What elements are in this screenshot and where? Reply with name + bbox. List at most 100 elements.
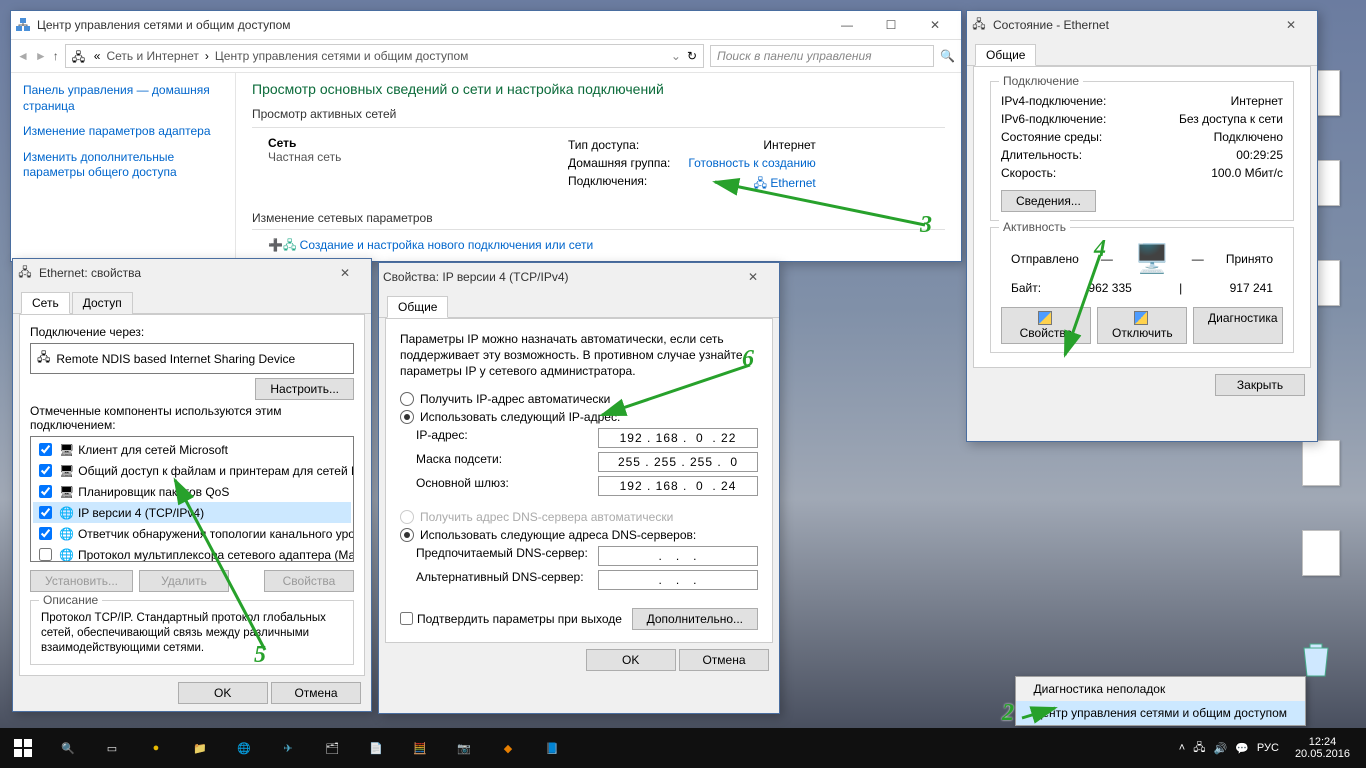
- minimize-button[interactable]: —: [825, 11, 869, 39]
- description-text: Протокол TCP/IP. Стандартный протокол гл…: [41, 611, 343, 656]
- advanced-button[interactable]: Дополнительно...: [632, 608, 758, 630]
- step-5-marker: 5: [254, 642, 266, 669]
- chevron-down-icon[interactable]: ⌄: [671, 49, 681, 63]
- computer-icon: 🖥️: [1135, 242, 1170, 275]
- connections-label: Подключения:: [568, 174, 647, 195]
- mask-label: Маска подсети:: [416, 452, 502, 472]
- remove-button[interactable]: Удалить: [139, 570, 229, 592]
- diagnose-button[interactable]: Диагностика: [1193, 307, 1283, 344]
- radio-auto-ip[interactable]: Получить IP-адрес автоматически: [400, 390, 758, 408]
- taskbar-app[interactable]: 🗂: [310, 728, 354, 768]
- sidebar-link-sharing[interactable]: Изменить дополнительные параметры общего…: [23, 150, 223, 181]
- homegroup-link[interactable]: Готовность к созданию: [688, 156, 815, 170]
- list-item[interactable]: 🌐Протокол мультиплексора сетевого адапте…: [33, 544, 351, 562]
- window-title: Состояние - Ethernet: [993, 18, 1269, 32]
- ethernet-icon: 🖧: [971, 17, 987, 33]
- taskbar-app[interactable]: 📷: [442, 728, 486, 768]
- task-view-icon[interactable]: ▭: [90, 728, 134, 768]
- breadcrumb-segment[interactable]: Сеть и Интернет: [106, 49, 198, 63]
- page-heading: Просмотр основных сведений о сети и наст…: [252, 81, 945, 97]
- details-button[interactable]: Сведения...: [1001, 190, 1096, 212]
- close-button[interactable]: Закрыть: [1215, 374, 1305, 396]
- disable-button[interactable]: Отключить: [1097, 307, 1187, 344]
- ctx-diagnose[interactable]: Диагностика неполадок: [1016, 677, 1306, 701]
- ethernet-properties-window: 🖧 Ethernet: свойства ✕ Сеть Доступ Подкл…: [12, 258, 372, 712]
- recycle-bin-icon[interactable]: [1298, 640, 1344, 680]
- search-icon: 🔍: [940, 49, 955, 63]
- new-connection-link[interactable]: Создание и настройка нового подключения …: [300, 238, 594, 252]
- row-value: Без доступа к сети: [1179, 112, 1283, 126]
- group-connection-label: Подключение: [999, 74, 1083, 88]
- close-button[interactable]: ✕: [731, 263, 775, 291]
- control-panel-window: Центр управления сетями и общим доступом…: [10, 10, 962, 262]
- radio-manual-dns[interactable]: Использовать следующие адреса DNS-сервер…: [400, 526, 758, 544]
- row-value: 100.0 Мбит/с: [1211, 166, 1283, 180]
- search-icon[interactable]: 🔍: [46, 728, 90, 768]
- cancel-button[interactable]: Отмена: [271, 682, 361, 704]
- components-listbox[interactable]: 🖥Клиент для сетей Microsoft 🖥Общий досту…: [30, 436, 354, 562]
- ok-button[interactable]: OK: [178, 682, 268, 704]
- list-item[interactable]: 🖥Общий доступ к файлам и принтерам для с…: [33, 460, 351, 481]
- configure-button[interactable]: Настроить...: [255, 378, 354, 400]
- dns2-label: Альтернативный DNS-сервер:: [416, 570, 584, 590]
- subnet-mask-input[interactable]: [598, 452, 758, 472]
- taskbar-app[interactable]: ✈: [266, 728, 310, 768]
- component-props-button[interactable]: Свойства: [264, 570, 354, 592]
- step-2-marker: 2: [1002, 700, 1014, 727]
- tray-clock[interactable]: 12:24 20.05.2016: [1287, 736, 1358, 760]
- row-value: 00:29:25: [1236, 148, 1283, 162]
- gateway-input[interactable]: [598, 476, 758, 496]
- validate-checkbox[interactable]: Подтвердить параметры при выходе: [400, 611, 622, 627]
- search-input[interactable]: Поиск в панели управления: [710, 45, 934, 67]
- tab-network[interactable]: Сеть: [21, 292, 70, 314]
- close-button[interactable]: ✕: [1269, 11, 1313, 39]
- list-item[interactable]: 🖥Планировщик пакетов QoS: [33, 481, 351, 502]
- nav-back-button[interactable]: ◄: [17, 49, 29, 63]
- taskbar-app[interactable]: 🌐: [222, 728, 266, 768]
- radio-manual-ip[interactable]: Использовать следующий IP-адрес:: [400, 408, 758, 426]
- install-button[interactable]: Установить...: [30, 570, 133, 592]
- close-button[interactable]: ✕: [913, 11, 957, 39]
- taskbar-app[interactable]: ◆: [486, 728, 530, 768]
- close-button[interactable]: ✕: [323, 259, 367, 287]
- tray-network-icon[interactable]: 🖧: [1193, 739, 1205, 758]
- sidebar-link-home[interactable]: Панель управления — домашняя страница: [23, 83, 223, 114]
- tab-general[interactable]: Общие: [387, 296, 448, 318]
- window-title: Свойства: IP версии 4 (TCP/IPv4): [383, 270, 731, 284]
- nav-fwd-button[interactable]: ►: [35, 49, 47, 63]
- sidebar-link-adapter[interactable]: Изменение параметров адаптера: [23, 124, 223, 140]
- cancel-button[interactable]: Отмена: [679, 649, 769, 671]
- recv-label: Принято: [1226, 252, 1273, 266]
- step-4-marker: 4: [1094, 236, 1106, 263]
- taskbar-app[interactable]: 📁: [178, 728, 222, 768]
- connection-ethernet-link[interactable]: 🖧 Ethernet: [754, 174, 816, 195]
- desktop-icon[interactable]: [1298, 440, 1344, 488]
- network-type: Частная сеть: [268, 150, 528, 164]
- maximize-button[interactable]: ☐: [869, 11, 913, 39]
- tray-language[interactable]: РУС: [1257, 742, 1279, 754]
- ok-button[interactable]: OK: [586, 649, 676, 671]
- taskbar-app[interactable]: 📄: [354, 728, 398, 768]
- list-item-ipv4[interactable]: 🌐IP версии 4 (TCP/IPv4): [33, 502, 351, 523]
- tab-access[interactable]: Доступ: [72, 292, 133, 314]
- breadcrumb-segment[interactable]: Центр управления сетями и общим доступом: [215, 49, 469, 63]
- tray-chevron-icon[interactable]: ˄: [1179, 742, 1185, 754]
- taskbar-app[interactable]: 📘: [530, 728, 574, 768]
- dns1-input[interactable]: [598, 546, 758, 566]
- properties-button[interactable]: Свойства: [1001, 307, 1091, 344]
- list-item[interactable]: 🌐Ответчик обнаружения топологии канально…: [33, 523, 351, 544]
- taskbar-app[interactable]: 🧮: [398, 728, 442, 768]
- refresh-icon[interactable]: ↻: [687, 49, 697, 63]
- dns2-input[interactable]: [598, 570, 758, 590]
- taskbar-app[interactable]: ●: [134, 728, 178, 768]
- tray-notifications-icon[interactable]: 💬: [1235, 742, 1249, 755]
- ip-address-input[interactable]: [598, 428, 758, 448]
- nav-up-button[interactable]: ↑: [53, 49, 59, 63]
- ctx-open-network-center[interactable]: Центр управления сетями и общим доступом: [1016, 701, 1306, 725]
- list-item[interactable]: 🖥Клиент для сетей Microsoft: [33, 439, 351, 460]
- tab-general[interactable]: Общие: [975, 44, 1036, 66]
- start-button[interactable]: [0, 728, 46, 768]
- tray-volume-icon[interactable]: 🔊: [1214, 742, 1228, 755]
- desktop-icon[interactable]: [1298, 530, 1344, 578]
- tray-context-menu: Диагностика неполадок Центр управления с…: [1015, 676, 1307, 726]
